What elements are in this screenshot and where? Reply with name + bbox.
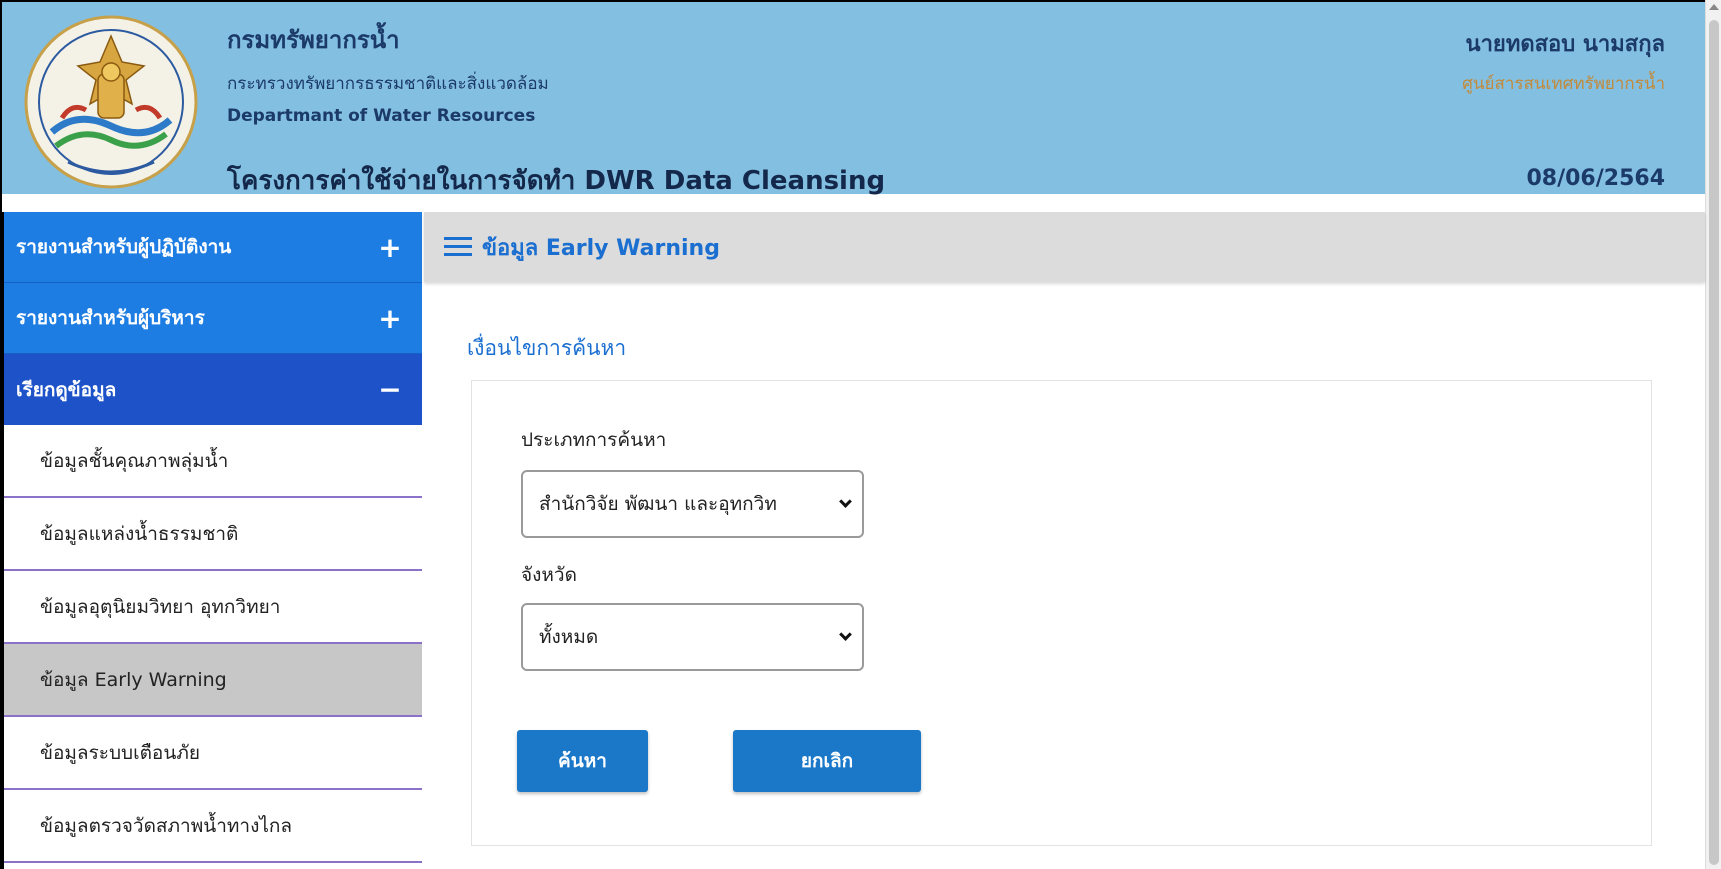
province-select[interactable]: ทั้งหมด [521,603,864,671]
dwr-emblem-logo [24,15,198,189]
sidebar-section-operator-reports[interactable]: รายงานสำหรับผู้ปฏิบัติงาน + [2,212,422,283]
vertical-scrollbar[interactable] [1705,0,1721,869]
cancel-button[interactable]: ยกเลิก [733,730,921,792]
scroll-up-arrow-icon[interactable] [1709,4,1719,10]
sidebar: รายงานสำหรับผู้ปฏิบัติงาน + รายงานสำหรับ… [2,212,422,869]
chevron-down-icon [828,495,862,508]
sidebar-section-executive-reports[interactable]: รายงานสำหรับผู้บริหาร + [2,283,422,354]
search-conditions-heading: เงื่อนไขการค้นหา [467,336,627,360]
scroll-thumb[interactable] [1709,20,1719,865]
sidebar-item-label: ข้อมูลระบบเตือนภัย [40,741,200,764]
sidebar-item-label: ข้อมูลอุตุนิยมวิทยา อุทกวิทยา [40,595,281,618]
search-type-select[interactable]: สำนักวิจัย พัฒนา และอุทกวิท [521,470,864,538]
collapse-minus-icon[interactable]: − [378,373,402,406]
search-button[interactable]: ค้นหา [517,730,648,792]
ministry-name: กระทรวงทรัพยากรธรรมชาติและสิ่งแวดล้อม [227,74,549,94]
sidebar-item-label: ข้อมูล Early Warning [40,668,227,691]
user-name[interactable]: นายทดสอบ นามสกุล [1466,26,1665,61]
sidebar-section-label: เรียกดูข้อมูล [16,378,117,401]
search-type-label: ประเภทการค้นหา [521,429,667,451]
content-topbar: ข้อมูล Early Warning [424,212,1705,282]
chevron-down-icon [828,628,862,641]
sidebar-border [2,212,4,869]
province-value: ทั้งหมด [539,626,599,648]
expand-plus-icon[interactable]: + [378,231,402,264]
sidebar-item-label: ข้อมูลตรวจวัดสภาพน้ำทางไกล [40,814,293,837]
sidebar-item-natural-water-sources[interactable]: ข้อมูลแหล่งน้ำธรรมชาติ [2,498,422,571]
sidebar-item-basin-quality[interactable]: ข้อมูลชั้นคุณภาพลุ่มน้ำ [2,425,422,498]
user-unit: ศูนย์สารสนเทศทรัพยากรน้ำ [1462,74,1665,94]
expand-plus-icon[interactable]: + [378,302,402,335]
project-title: โครงการค่าใช้จ่ายในการจัดทำ DWR Data Cle… [227,166,886,196]
sidebar-item-warning-system[interactable]: ข้อมูลระบบเตือนภัย [2,717,422,790]
sidebar-section-browse-data[interactable]: เรียกดูข้อมูล − [2,354,422,425]
sidebar-section-label: รายงานสำหรับผู้ปฏิบัติงาน [16,236,232,258]
sidebar-item-label: ข้อมูลชั้นคุณภาพลุ่มน้ำ [40,449,229,472]
sidebar-item-early-warning[interactable]: ข้อมูล Early Warning [2,644,422,717]
org-name-english: Departmant of Water Resources [227,106,536,126]
hamburger-menu-icon[interactable] [444,237,472,257]
province-label: จังหวัด [521,564,577,586]
page-title: ข้อมูล Early Warning [482,235,720,261]
sidebar-item-label: ข้อมูลแหล่งน้ำธรรมชาติ [40,522,239,545]
sidebar-item-telemetry[interactable]: ข้อมูลตรวจวัดสภาพน้ำทางไกล [2,790,422,863]
search-form-panel: ประเภทการค้นหา สำนักวิจัย พัฒนา และอุทกว… [471,380,1652,846]
header-date: 08/06/2564 [1526,166,1665,191]
org-name: กรมทรัพยากรน้ำ [227,26,400,54]
sidebar-section-label: รายงานสำหรับผู้บริหาร [16,307,205,329]
sidebar-item-meteorology-hydrology[interactable]: ข้อมูลอุตุนิยมวิทยา อุทกวิทยา [2,571,422,644]
page-header: กรมทรัพยากรน้ำ กระทรวงทรัพยากรธรรมชาติแล… [2,2,1705,196]
search-type-value: สำนักวิจัย พัฒนา และอุทกวิท [539,493,777,515]
